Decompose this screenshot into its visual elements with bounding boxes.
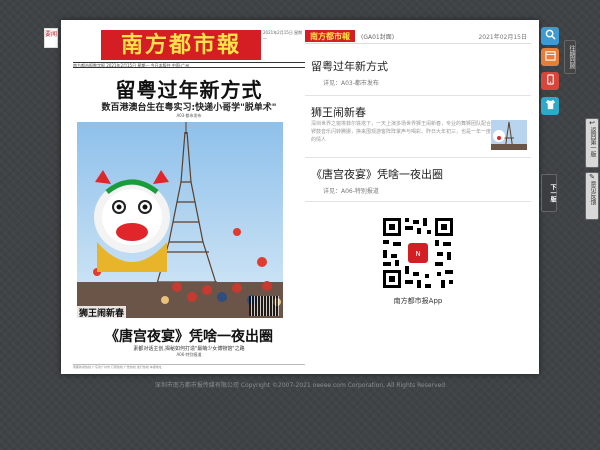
shirt-button[interactable] (541, 97, 559, 115)
article-excerpt: 深圳世界之窗埃菲尔铁塔下，一天上演多场世界狮王闹新春，专业的舞狮团队配合锣鼓音乐… (311, 121, 492, 143)
past-issues-tab[interactable]: 往期回顾 (564, 40, 576, 74)
article-item[interactable]: 留粤过年新方式 详见：A03-都市发布 (305, 50, 531, 96)
front-photo[interactable] (77, 122, 283, 318)
back-to-first-tab[interactable]: ↩ 返回第一版 (585, 118, 599, 168)
left-section-tab[interactable]: 要闻 (44, 28, 58, 48)
next-page-tab[interactable]: 下一版 (541, 174, 557, 212)
article-index: 南方都市報 (GA01封面) 2021年02月15日 留粤过年新方式 详见：A0… (305, 26, 531, 371)
front-headline[interactable]: 留粤过年新方式 (71, 74, 307, 103)
front-page[interactable]: 南方都市報 2021年2月15日 星期一 南方都市报数字报 2021年2月15日… (71, 26, 307, 371)
feedback-tab[interactable]: ✎ 意见反馈 (585, 172, 599, 220)
calendar-button[interactable] (541, 48, 559, 66)
mobile-button[interactable] (541, 72, 559, 90)
calendar-icon (544, 50, 556, 64)
copyright-footer: 深圳市南方都市报传媒有限公司 Copyright ©2007-2021 oeee… (154, 382, 446, 389)
front-footer: 南都新闻热线 广东省广州市 订阅热线 广告热线 发行热线 本报地址 (73, 364, 305, 369)
photo-caption: 狮王闹新春 (77, 306, 127, 319)
article-item[interactable]: 《唐宫夜宴》凭啥一夜出圈 详见：A06-特别报道 (305, 158, 531, 202)
index-header: 南方都市報 (GA01封面) 2021年02月15日 (305, 28, 531, 44)
article-title[interactable]: 《唐宫夜宴》凭啥一夜出圈 (311, 166, 443, 182)
front-mini-qr (249, 296, 279, 316)
shirt-icon (545, 99, 556, 113)
app-qr-code: N (381, 216, 455, 290)
search-icon (545, 29, 556, 43)
article-title[interactable]: 留粤过年新方式 (311, 58, 388, 74)
article-meta: 详见：A03-都市发布 (323, 80, 379, 87)
edit-icon: ✎ (589, 173, 595, 181)
article-title[interactable]: 狮王闹新春 (311, 104, 366, 120)
front-subhead: 数百港澳台生在粤实习:快递小哥学"脱单术" (101, 103, 277, 113)
page-name: (GA01封面) (361, 34, 395, 41)
search-button[interactable] (541, 27, 559, 45)
dateline: 南方都市报数字报 2021年2月15日 星期一 今日本版共 中国·广州 (73, 62, 305, 68)
front-headline-ref: A03·都市发布 (176, 113, 202, 118)
side-column (285, 122, 307, 318)
feedback-label: 意见反馈 (589, 181, 596, 205)
masthead-logo: 南方都市報 (101, 30, 261, 60)
article-item[interactable]: 狮王闹新春 深圳世界之窗埃菲尔铁塔下，一天上演多场世界狮王闹新春，专业的舞狮团队… (305, 96, 531, 158)
article-meta: 详见：A06-特别报道 (323, 188, 379, 195)
mobile-icon (545, 74, 556, 88)
masthead-meta: 2021年2月15日 星期一 (263, 30, 303, 41)
publication-date: 2021年02月15日 (478, 34, 527, 41)
qr-label: 南方都市报App (393, 297, 443, 305)
arrow-back-icon: ↩ (589, 119, 595, 127)
front-subhead-2: 素都对话主创,揭秘如何打造"最萌少女博物馆"之路 (133, 346, 245, 352)
index-logo: 南方都市報 (305, 30, 355, 42)
front-headline-2[interactable]: 《唐宫夜宴》凭啥一夜出圈 (71, 326, 307, 346)
article-thumbnail[interactable] (491, 120, 527, 150)
back-to-first-label: 返回第一版 (589, 127, 596, 157)
newspaper-viewer: 南方都市報 2021年2月15日 星期一 南方都市报数字报 2021年2月15日… (61, 20, 539, 374)
svg-text:N: N (415, 250, 420, 258)
front-headline-2-ref: A06·特别报道 (176, 352, 202, 357)
